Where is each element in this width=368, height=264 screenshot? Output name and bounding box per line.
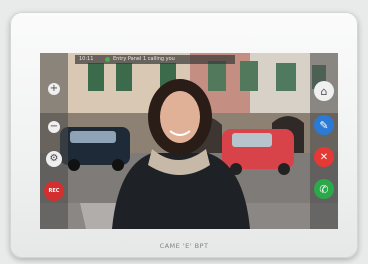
pen-icon: ✎ [319, 118, 329, 132]
right-control-panel: ⌂ ✎ ✕ ✆ [310, 53, 338, 229]
home-icon: ⌂ [320, 84, 328, 98]
settings-button[interactable]: ⚙ [46, 151, 62, 167]
volume-up-button[interactable]: + [48, 83, 60, 95]
phone-icon: ✆ [319, 182, 329, 196]
record-icon: REC [48, 188, 60, 194]
status-dot-icon [105, 57, 110, 62]
call-notification-bar: 10:11 Entry Panel 1 calling you [75, 55, 235, 64]
pen-button[interactable]: ✎ [314, 115, 334, 135]
notification-message: Entry Panel 1 calling you [113, 56, 175, 62]
lock-button[interactable]: ✕ [314, 147, 334, 167]
video-feed [40, 53, 338, 229]
brand-label: CAME 'E' BPT [159, 242, 209, 250]
video-screen: + − ⚙ REC ⌂ ✎ ✕ ✆ 10:11 Entry Panel 1 ca… [40, 53, 338, 229]
volume-down-button[interactable]: − [48, 121, 60, 133]
plus-icon: + [49, 83, 59, 94]
gear-icon: ⚙ [49, 153, 59, 164]
close-icon: ✕ [319, 151, 329, 163]
left-control-panel: + − ⚙ REC [40, 53, 68, 229]
minus-icon: − [49, 121, 59, 132]
camera-switch-button[interactable]: ⌂ [314, 81, 334, 101]
answer-call-button[interactable]: ✆ [314, 179, 334, 199]
notification-time: 10:11 [79, 56, 94, 62]
record-button[interactable]: REC [44, 181, 64, 201]
